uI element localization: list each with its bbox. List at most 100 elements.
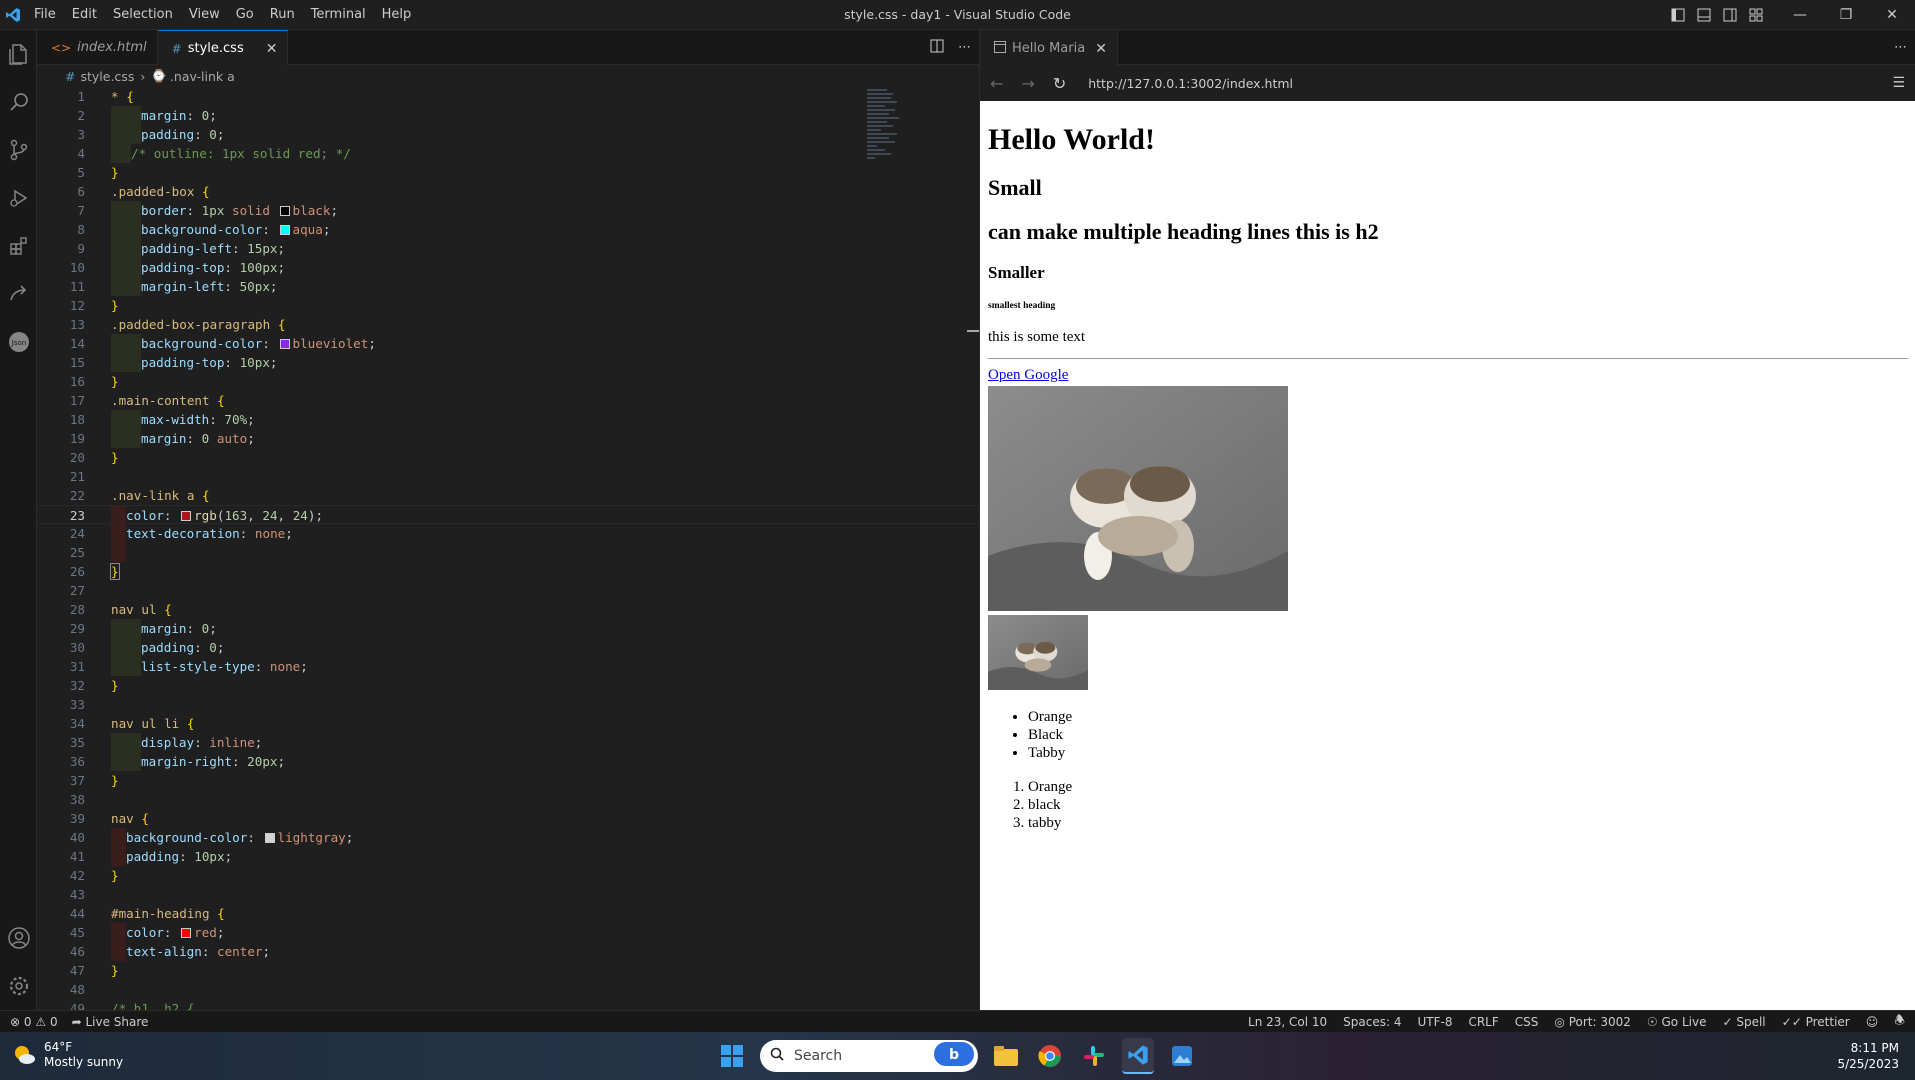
- code-line[interactable]: 38: [37, 790, 979, 809]
- problems-indicator[interactable]: ⊗ 0 ⚠ 0: [10, 1015, 58, 1029]
- code-line[interactable]: 47}: [37, 961, 979, 980]
- code-line[interactable]: 25: [37, 543, 979, 562]
- go-live-button[interactable]: ☉ Go Live: [1647, 1015, 1707, 1029]
- code-editor[interactable]: 1 * {2 margin: 0; 3 padding: 0; 4 /* outline: …: [37, 87, 979, 1010]
- code-line[interactable]: 39 nav {: [37, 809, 979, 828]
- code-line[interactable]: 22 .nav-link a {: [37, 486, 979, 505]
- cursor-position[interactable]: Ln 23, Col 10: [1248, 1015, 1327, 1029]
- code-line[interactable]: 11 margin-left: 50px;: [37, 277, 979, 296]
- toggle-panel-icon[interactable]: [1695, 6, 1713, 24]
- explorer-icon[interactable]: [0, 30, 37, 78]
- windows-start-icon[interactable]: [716, 1038, 748, 1074]
- split-editor-icon[interactable]: [930, 39, 944, 57]
- minimize-button[interactable]: —: [1777, 0, 1823, 30]
- code-line[interactable]: 2 margin: 0;: [37, 106, 979, 125]
- customize-layout-icon[interactable]: [1747, 6, 1765, 24]
- code-line[interactable]: 7 border: 1px solid black;: [37, 201, 979, 220]
- restore-button[interactable]: ❐: [1823, 0, 1869, 30]
- tab-hello-maria[interactable]: Hello Maria ✕: [980, 30, 1118, 66]
- code-line[interactable]: 9 padding-left: 15px;: [37, 239, 979, 258]
- menu-view[interactable]: View: [181, 0, 228, 30]
- code-line[interactable]: 31 list-style-type: none;: [37, 657, 979, 676]
- language-mode[interactable]: CSS: [1515, 1015, 1539, 1029]
- slack-icon[interactable]: [1078, 1038, 1110, 1074]
- code-line[interactable]: 49 /* h1, h2 {: [37, 999, 979, 1010]
- end-of-line[interactable]: CRLF: [1468, 1015, 1498, 1029]
- menu-selection[interactable]: Selection: [105, 0, 181, 30]
- minimap[interactable]: [867, 87, 917, 207]
- code-line[interactable]: 48: [37, 980, 979, 999]
- live-share-button[interactable]: ➦ Live Share: [72, 1015, 149, 1029]
- code-line[interactable]: 14 background-color: blueviolet;: [37, 334, 979, 353]
- code-line[interactable]: 44 #main-heading {: [37, 904, 979, 923]
- code-line[interactable]: 15 padding-top: 10px;: [37, 353, 979, 372]
- code-line[interactable]: 43: [37, 885, 979, 904]
- open-google-link[interactable]: Open Google: [988, 367, 1068, 383]
- toggle-primary-sidebar-icon[interactable]: [1669, 6, 1687, 24]
- menu-file[interactable]: File: [26, 0, 64, 30]
- code-line[interactable]: 1 * {: [37, 87, 979, 106]
- code-line[interactable]: 16}: [37, 372, 979, 391]
- code-line[interactable]: 10 padding-top: 100px;: [37, 258, 979, 277]
- code-line[interactable]: 19 margin: 0 auto;: [37, 429, 979, 448]
- code-line[interactable]: 20}: [37, 448, 979, 467]
- feedback-icon[interactable]: ☺: [1866, 1015, 1879, 1029]
- code-line[interactable]: 40 background-color: lightgray;: [37, 828, 979, 847]
- code-line[interactable]: 34 nav ul li {: [37, 714, 979, 733]
- spell-button[interactable]: ✓ Spell: [1722, 1015, 1765, 1029]
- code-line[interactable]: 8 background-color: aqua;: [37, 220, 979, 239]
- menu-edit[interactable]: Edit: [64, 0, 105, 30]
- code-line[interactable]: 28 nav ul {: [37, 600, 979, 619]
- code-line[interactable]: 5}: [37, 163, 979, 182]
- code-line[interactable]: 27: [37, 581, 979, 600]
- code-line[interactable]: 26}: [37, 562, 979, 581]
- code-line[interactable]: 21: [37, 467, 979, 486]
- code-line[interactable]: 30 padding: 0;: [37, 638, 979, 657]
- settings-gear-icon[interactable]: [0, 962, 37, 1010]
- encoding[interactable]: UTF-8: [1417, 1015, 1452, 1029]
- close-icon[interactable]: ✕: [1095, 41, 1107, 57]
- code-line[interactable]: 35 display: inline;: [37, 733, 979, 752]
- code-line[interactable]: 41 padding: 10px;: [37, 847, 979, 866]
- tab-index-html[interactable]: <> index.html: [37, 30, 158, 65]
- breadcrumb-symbol[interactable]: .nav-link a: [170, 69, 235, 84]
- code-line[interactable]: 33: [37, 695, 979, 714]
- menu-run[interactable]: Run: [262, 0, 303, 30]
- hamburger-menu-icon[interactable]: ☰: [1892, 75, 1905, 91]
- code-line[interactable]: 46 text-align: center;: [37, 942, 979, 961]
- code-line[interactable]: 37}: [37, 771, 979, 790]
- reload-icon[interactable]: ↻: [1053, 74, 1066, 93]
- menu-terminal[interactable]: Terminal: [303, 0, 374, 30]
- run-debug-icon[interactable]: [0, 174, 37, 222]
- search-icon[interactable]: [0, 78, 37, 126]
- remote-explorer-icon[interactable]: [0, 270, 37, 318]
- code-line[interactable]: 32}: [37, 676, 979, 695]
- breadcrumb-file[interactable]: style.css: [80, 69, 134, 84]
- back-arrow-icon[interactable]: ←: [990, 74, 1003, 93]
- tab-style-css[interactable]: # style.css ✕: [157, 30, 289, 66]
- code-line[interactable]: 12}: [37, 296, 979, 315]
- code-line[interactable]: 17 .main-content {: [37, 391, 979, 410]
- code-line[interactable]: 24 text-decoration: none;: [37, 524, 979, 543]
- vscode-taskbar-icon[interactable]: [1122, 1038, 1154, 1074]
- code-line[interactable]: 45 color: red;: [37, 923, 979, 942]
- address-input[interactable]: http://127.0.0.1:3002/index.html: [1088, 76, 1293, 91]
- code-line[interactable]: 6 .padded-box {: [37, 182, 979, 201]
- code-line[interactable]: 36 margin-right: 20px;: [37, 752, 979, 771]
- notifications-bell-icon[interactable]: 🕭: [1894, 1011, 1905, 1032]
- close-window-button[interactable]: ✕: [1869, 0, 1915, 30]
- menu-go[interactable]: Go: [228, 0, 262, 30]
- code-line[interactable]: 42}: [37, 866, 979, 885]
- source-control-icon[interactable]: [0, 126, 37, 174]
- code-line[interactable]: 3 padding: 0;: [37, 125, 979, 144]
- chrome-icon[interactable]: [1034, 1038, 1066, 1074]
- system-clock[interactable]: 8:11 PM 5/25/2023: [1837, 1040, 1899, 1072]
- weather-widget[interactable]: 64°F Mostly sunny: [12, 1040, 123, 1070]
- more-actions-icon[interactable]: ⋯: [958, 40, 971, 55]
- code-line[interactable]: 23 color: rgb(163, 24, 24);: [37, 505, 979, 525]
- code-line[interactable]: 29 margin: 0;: [37, 619, 979, 638]
- menu-help[interactable]: Help: [374, 0, 420, 30]
- json-extension-icon[interactable]: Json: [0, 318, 37, 366]
- prettier-button[interactable]: ✓✓ Prettier: [1782, 1015, 1850, 1029]
- taskbar-search-box[interactable]: Search b: [760, 1040, 978, 1072]
